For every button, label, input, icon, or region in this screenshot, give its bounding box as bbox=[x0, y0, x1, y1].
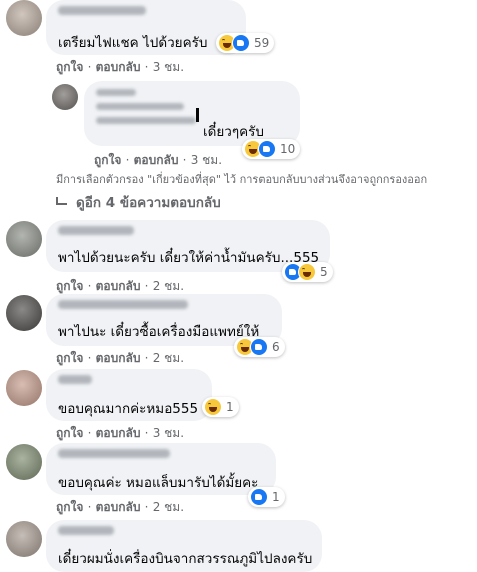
commenter-name[interactable] bbox=[58, 375, 92, 384]
reply-link[interactable]: ตอบกลับ bbox=[96, 500, 141, 514]
reply-link[interactable]: ตอบกลับ bbox=[96, 426, 141, 440]
reply-arrow-icon bbox=[56, 197, 68, 207]
comment-bubble: ขอบคุณค่ะ หมอแล็บมารับได้มั้ยคะ bbox=[46, 443, 276, 495]
like-link[interactable]: ถูกใจ bbox=[56, 351, 83, 365]
reaction-summary[interactable]: 10 bbox=[242, 139, 301, 159]
avatar[interactable] bbox=[6, 295, 42, 331]
reaction-count: 10 bbox=[280, 142, 296, 156]
timestamp[interactable]: 2 ชม. bbox=[153, 500, 184, 514]
comment-text: เดี๋ยวผมนั่งเครื่องบินจากสวรรณภูมิไปลงคร… bbox=[58, 551, 313, 567]
comment-actions: ถูกใจ · ตอบกลับ · 2 ชม. bbox=[56, 500, 185, 514]
like-icon bbox=[250, 488, 268, 506]
commenter-name[interactable] bbox=[96, 89, 136, 96]
timestamp[interactable]: 3 ชม. bbox=[153, 426, 184, 440]
like-link[interactable]: ถูกใจ bbox=[56, 500, 83, 514]
reply-link[interactable]: ตอบกลับ bbox=[96, 60, 141, 74]
reaction-summary[interactable]: 1 bbox=[248, 487, 285, 507]
like-link[interactable]: ถูกใจ bbox=[56, 279, 83, 293]
timestamp[interactable]: 3 ชม. bbox=[153, 60, 184, 74]
avatar[interactable] bbox=[6, 0, 42, 36]
timestamp[interactable]: 2 ชม. bbox=[153, 279, 184, 293]
commenter-name-line3 bbox=[96, 117, 196, 124]
comment-text: พาไปนะ เดี๋ยวซื้อเครื่องมือแพทย์ให้ bbox=[58, 324, 260, 340]
comment-bubble: ขอบคุณมากค่ะหมอ555 bbox=[46, 369, 212, 421]
avatar[interactable] bbox=[6, 521, 42, 557]
like-link[interactable]: ถูกใจ bbox=[56, 426, 83, 440]
reaction-count: 6 bbox=[272, 340, 280, 354]
haha-icon bbox=[204, 398, 222, 416]
view-more-replies-label: ดูอีก 4 ข้อความตอบกลับ bbox=[76, 195, 221, 211]
avatar[interactable] bbox=[6, 221, 42, 257]
timestamp[interactable]: 2 ชม. bbox=[153, 351, 184, 365]
like-icon bbox=[258, 140, 276, 158]
commenter-name[interactable] bbox=[58, 300, 188, 309]
reaction-count: 59 bbox=[254, 36, 270, 50]
avatar[interactable] bbox=[6, 444, 42, 480]
comment-text: ขอบคุณมากค่ะหมอ555 bbox=[58, 401, 199, 417]
reply-link[interactable]: ตอบกลับ bbox=[96, 279, 141, 293]
commenter-name[interactable] bbox=[58, 526, 114, 535]
reaction-summary[interactable]: 6 bbox=[234, 337, 285, 357]
avatar[interactable] bbox=[52, 84, 78, 110]
comment-actions: ถูกใจ · ตอบกลับ · 2 ชม. bbox=[56, 351, 185, 365]
comment-text: ขอบคุณค่ะ หมอแล็บมารับได้มั้ยคะ bbox=[58, 475, 259, 491]
timestamp[interactable]: 3 ชม. bbox=[191, 153, 222, 167]
commenter-name[interactable] bbox=[58, 449, 170, 458]
like-link[interactable]: ถูกใจ bbox=[56, 60, 83, 74]
view-more-replies[interactable]: ดูอีก 4 ข้อความตอบกลับ bbox=[56, 191, 221, 213]
comment-bubble: เดี๋ยวผมนั่งเครื่องบินจากสวรรณภูมิไปลงคร… bbox=[46, 520, 322, 572]
reply-link[interactable]: ตอบกลับ bbox=[96, 351, 141, 365]
like-link[interactable]: ถูกใจ bbox=[94, 153, 121, 167]
commenter-name-line2 bbox=[96, 103, 184, 110]
comment-actions: ถูกใจ · ตอบกลับ · 3 ชม. bbox=[94, 153, 223, 167]
text-cursor bbox=[196, 108, 199, 122]
reaction-summary[interactable]: 5 bbox=[282, 262, 333, 282]
reply-link[interactable]: ตอบกลับ bbox=[134, 153, 179, 167]
like-icon bbox=[250, 338, 268, 356]
avatar[interactable] bbox=[6, 370, 42, 406]
comment-bubble: เดี๋ยวๆครับ bbox=[84, 81, 300, 146]
filter-note: มีการเลือกตัวกรอง "เกี่ยวข้องที่สุด" ไว้… bbox=[56, 173, 428, 186]
comment-text: เตรียมไฟแชค ไปด้วยครับ bbox=[58, 35, 208, 51]
like-icon bbox=[232, 34, 250, 52]
reaction-count: 1 bbox=[226, 400, 234, 414]
reaction-summary[interactable]: 59 bbox=[216, 33, 275, 53]
comment-actions: ถูกใจ · ตอบกลับ · 3 ชม. bbox=[56, 60, 185, 74]
commenter-name[interactable] bbox=[58, 226, 134, 235]
reaction-count: 1 bbox=[272, 490, 280, 504]
comment-text: พาไปด้วยนะครับ เดี๋ยวให้ค่าน้ำมันครับ...… bbox=[58, 250, 320, 266]
reaction-summary[interactable]: 1 bbox=[202, 397, 239, 417]
haha-icon bbox=[298, 263, 316, 281]
reaction-count: 5 bbox=[320, 265, 328, 279]
commenter-name[interactable] bbox=[58, 6, 146, 15]
comment-actions: ถูกใจ · ตอบกลับ · 3 ชม. bbox=[56, 426, 185, 440]
